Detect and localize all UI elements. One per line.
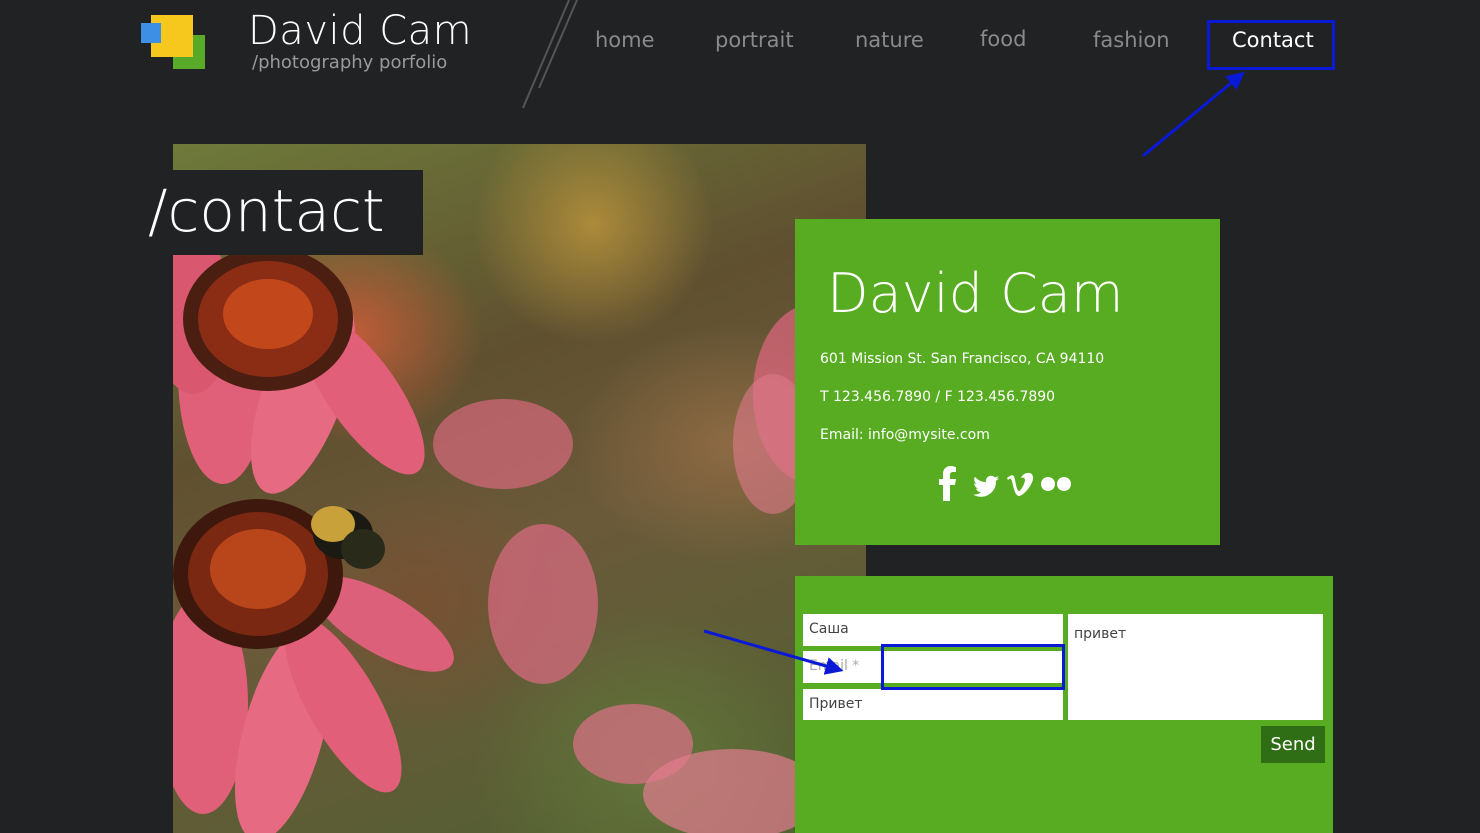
facebook-icon[interactable] (936, 466, 960, 502)
contact-name: David Cam (827, 262, 1124, 325)
contact-email: Email: info@mysite.com (820, 427, 990, 443)
nav-item-food[interactable]: food (980, 27, 1026, 51)
name-field[interactable]: Саша (803, 614, 1063, 646)
flickr-icon[interactable] (1040, 466, 1072, 502)
vimeo-icon[interactable] (1005, 466, 1035, 502)
highlight-box-email (881, 644, 1065, 690)
nav-item-nature[interactable]: nature (855, 28, 924, 52)
nav-item-fashion[interactable]: fashion (1093, 28, 1170, 52)
twitter-icon[interactable] (970, 466, 1000, 502)
contact-phone: T 123.456.7890 / F 123.456.7890 (820, 389, 1056, 405)
subject-field[interactable]: Привет (803, 689, 1063, 720)
nav-item-portrait[interactable]: portrait (715, 28, 794, 52)
contact-address: 601 Mission St. San Francisco, CA 94110 (820, 351, 1105, 367)
page-title: /contact (148, 177, 385, 245)
send-button[interactable]: Send (1261, 726, 1325, 763)
arrow-to-contact (1142, 71, 1245, 158)
highlight-box-contact (1207, 20, 1335, 70)
message-field[interactable]: привет (1068, 614, 1323, 720)
nav-item-home[interactable]: home (595, 28, 655, 52)
